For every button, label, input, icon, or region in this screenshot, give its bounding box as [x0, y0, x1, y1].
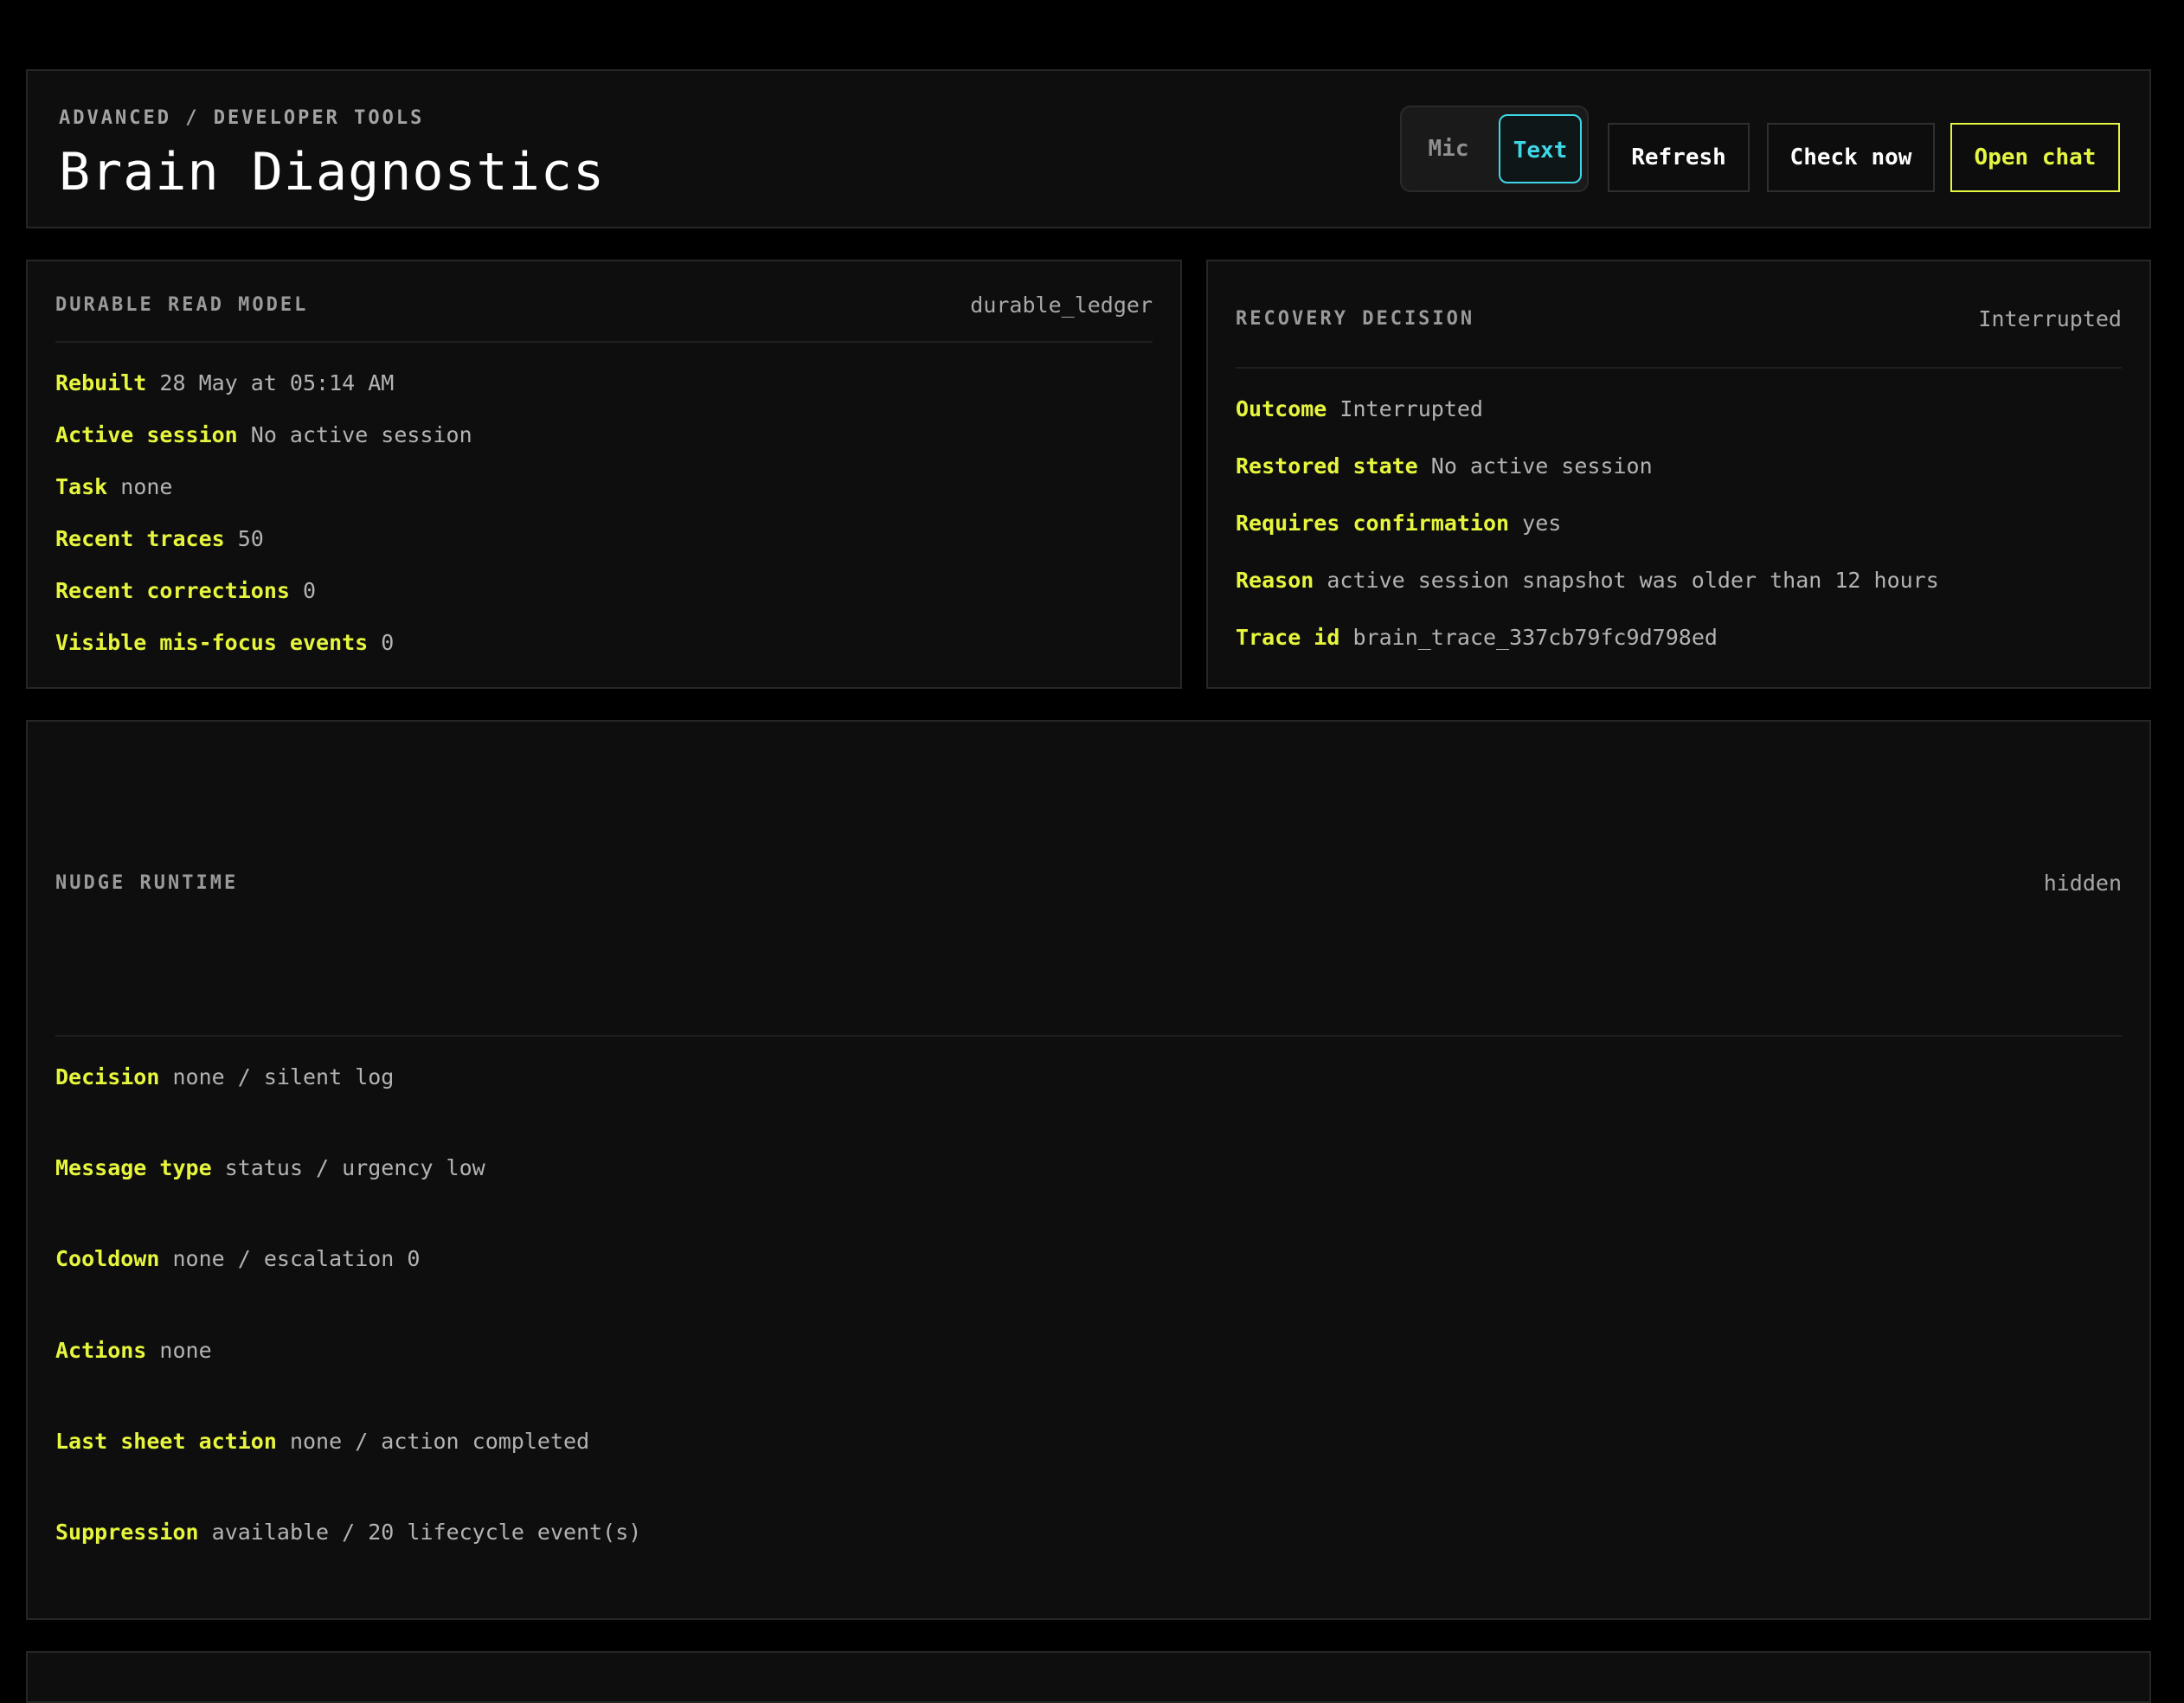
card-title: DURABLE READ MODEL	[55, 294, 309, 316]
nudge-runtime-card: NUDGE RUNTIME hidden Decision none / sil…	[26, 720, 2151, 1620]
row-value: 0	[303, 578, 317, 603]
info-row: Requires confirmation yes	[1236, 511, 1561, 536]
row-value: none / escalation 0	[172, 1246, 421, 1271]
row-value: active session snapshot was older than 1…	[1326, 568, 1939, 593]
recovery-decision-card: RECOVERY DECISION Interrupted Outcome In…	[1206, 260, 2151, 689]
row-value: none / silent log	[172, 1064, 395, 1089]
durable-read-model-card: DURABLE READ MODEL durable_ledger Rebuil…	[26, 260, 1182, 689]
row-label: Message type	[55, 1155, 212, 1180]
info-row: Restored state No active session	[1236, 453, 1653, 479]
input-mode-toggle: Mic Text	[1400, 106, 1589, 192]
row-label: Suppression	[55, 1520, 199, 1545]
info-row: Task none	[55, 474, 173, 499]
info-row: Decision none / silent log	[55, 1064, 394, 1089]
divider	[55, 341, 1153, 343]
page-header: ADVANCED / DEVELOPER TOOLS Brain Diagnos…	[26, 69, 2151, 228]
row-label: Outcome	[1236, 396, 1327, 421]
divider	[1236, 367, 2122, 369]
row-value: No active session	[250, 422, 472, 447]
page-title: Brain Diagnostics	[59, 142, 606, 202]
row-value: available / 20 lifecycle event(s)	[211, 1520, 642, 1545]
info-row: Visible mis-focus events 0	[55, 630, 394, 655]
row-label: Last sheet action	[55, 1429, 277, 1454]
info-row: Trace id brain_trace_337cb79fc9d798ed	[1236, 625, 1718, 650]
row-value: 50	[237, 526, 264, 551]
row-label: Decision	[55, 1064, 160, 1089]
row-label: Actions	[55, 1338, 147, 1363]
breadcrumb: ADVANCED / DEVELOPER TOOLS	[59, 107, 425, 129]
refresh-button[interactable]: Refresh	[1608, 123, 1750, 192]
card-title: RECOVERY DECISION	[1236, 308, 1475, 330]
info-row: Outcome Interrupted	[1236, 396, 1483, 421]
info-row: Message type status / urgency low	[55, 1155, 485, 1180]
info-row: Reason active session snapshot was older…	[1236, 568, 1939, 593]
row-value: yes	[1522, 511, 1562, 536]
status-badge: hidden	[2043, 871, 2122, 896]
card-tag: durable_ledger	[970, 292, 1153, 318]
open-chat-button[interactable]: Open chat	[1950, 123, 2120, 192]
row-label: Rebuilt	[55, 370, 147, 395]
row-label: Recent traces	[55, 526, 225, 551]
status-badge: Interrupted	[1978, 306, 2122, 331]
row-value: none	[120, 474, 173, 499]
next-card	[26, 1651, 2151, 1703]
row-value: none	[159, 1338, 212, 1363]
row-label: Active session	[55, 422, 238, 447]
row-label: Restored state	[1236, 453, 1418, 479]
info-row: Recent traces 50	[55, 526, 264, 551]
row-value: brain_trace_337cb79fc9d798ed	[1352, 625, 1718, 650]
text-mode-button[interactable]: Text	[1499, 114, 1582, 183]
row-label: Task	[55, 474, 108, 499]
row-label: Visible mis-focus events	[55, 630, 369, 655]
row-value: 28 May at 05:14 AM	[159, 370, 395, 395]
row-label: Requires confirmation	[1236, 511, 1510, 536]
info-row: Rebuilt 28 May at 05:14 AM	[55, 370, 394, 395]
info-row: Suppression available / 20 lifecycle eve…	[55, 1520, 641, 1545]
row-value: Interrupted	[1339, 396, 1483, 421]
row-label: Recent corrections	[55, 578, 290, 603]
info-row: Actions none	[55, 1338, 212, 1363]
row-label: Reason	[1236, 568, 1314, 593]
info-row: Recent corrections 0	[55, 578, 316, 603]
row-value: none / action completed	[289, 1429, 590, 1454]
info-row: Last sheet action none / action complete…	[55, 1429, 589, 1454]
card-title: NUDGE RUNTIME	[55, 872, 239, 894]
row-label: Trace id	[1236, 625, 1340, 650]
divider	[55, 1035, 2122, 1037]
info-row: Active session No active session	[55, 422, 472, 447]
row-label: Cooldown	[55, 1246, 160, 1271]
mic-mode-button[interactable]: Mic	[1410, 114, 1487, 183]
row-value: status / urgency low	[224, 1155, 485, 1180]
info-row: Cooldown none / escalation 0	[55, 1246, 420, 1271]
row-value: No active session	[1430, 453, 1653, 479]
row-value: 0	[381, 630, 395, 655]
check-now-button[interactable]: Check now	[1767, 123, 1935, 192]
